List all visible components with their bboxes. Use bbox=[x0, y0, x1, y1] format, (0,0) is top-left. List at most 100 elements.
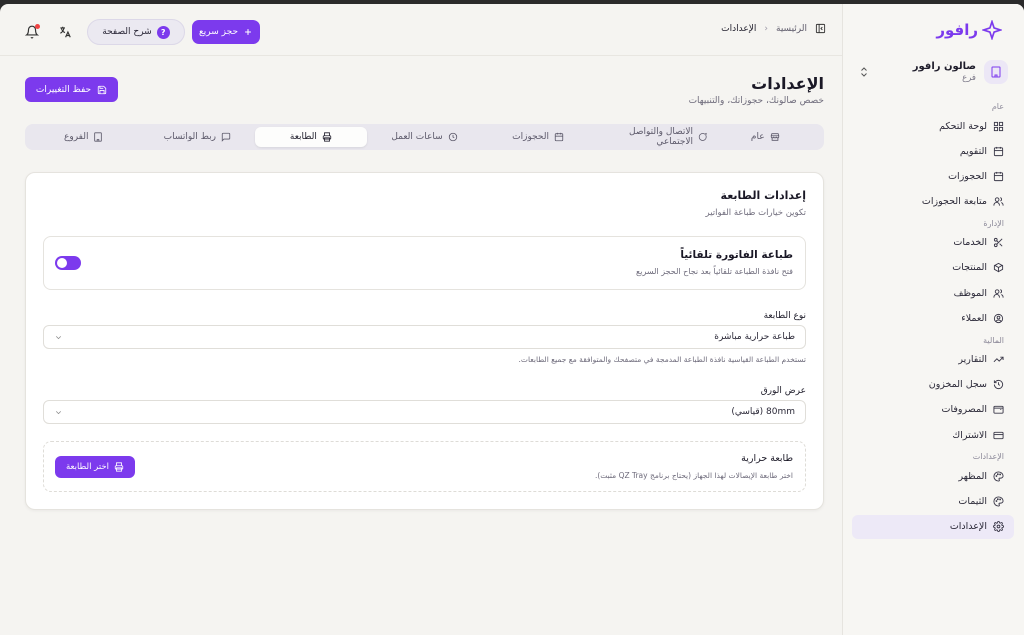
explain-page-button[interactable]: ? شرح الصفحة bbox=[87, 19, 185, 45]
sidebar-item-customers[interactable]: العملاء bbox=[852, 306, 1014, 330]
paper-width-value: 80mm (قياسي) bbox=[731, 407, 795, 417]
sidebar-item-appearance[interactable]: المظهر bbox=[852, 464, 1014, 488]
sidebar-item-bookings[interactable]: الحجوزات bbox=[852, 164, 1014, 188]
chat-icon bbox=[698, 132, 707, 141]
sidebar-nav: عام لوحة التحكم التقويم الحجوزات متابعة … bbox=[852, 98, 1014, 540]
tab-contact-social[interactable]: الاتصال والتواصل الاجتماعي bbox=[596, 127, 708, 147]
printer-icon bbox=[322, 132, 332, 142]
store-icon bbox=[770, 133, 779, 141]
brand-name: رافور bbox=[936, 21, 978, 39]
nav-section-general: عام bbox=[991, 102, 1004, 111]
printer-settings-card: إعدادات الطابعة تكوين خيارات طباعة الفوا… bbox=[25, 172, 824, 510]
tab-label: الاتصال والتواصل الاجتماعي bbox=[629, 127, 694, 147]
nav-section-finance: المالية bbox=[983, 335, 1004, 345]
printer-type-hint: تستخدم الطباعة القياسية نافذة الطباعة ال… bbox=[518, 355, 806, 364]
sidebar-item-subscription[interactable]: الاشتراك bbox=[852, 423, 1014, 447]
tab-whatsapp[interactable]: ربط الواتساب bbox=[142, 127, 254, 147]
user-circle-icon bbox=[993, 313, 1004, 323]
building-icon bbox=[94, 132, 103, 142]
users-icon bbox=[993, 288, 1004, 298]
thermal-printer-description: اختر طابعة الإيصالات لهذا الجهاز (يحتاج … bbox=[594, 471, 793, 480]
paper-width-select[interactable]: 80mm (قياسي) bbox=[43, 400, 806, 424]
nav-section-settings: الإعدادات bbox=[972, 452, 1004, 462]
save-changes-button[interactable]: حفظ التغييرات bbox=[25, 77, 118, 102]
sidebar-item-label: الموظف bbox=[953, 287, 987, 299]
sidebar-item-reports[interactable]: التقارير bbox=[852, 348, 1014, 372]
sidebar-item-label: متابعة الحجوزات bbox=[921, 196, 987, 208]
message-icon bbox=[221, 132, 231, 142]
palette-icon bbox=[993, 496, 1004, 507]
calendar-icon bbox=[993, 146, 1004, 156]
translate-icon[interactable] bbox=[58, 25, 72, 39]
sidebar-item-label: الثيمات bbox=[958, 495, 987, 507]
sidebar-item-themes[interactable]: الثيمات bbox=[852, 489, 1014, 513]
auto-print-title: طباعة الفاتورة تلقائياً bbox=[680, 249, 793, 261]
sidebar-item-services[interactable]: الخدمات bbox=[852, 231, 1014, 255]
palette-icon bbox=[993, 471, 1004, 482]
paper-width-label: عرض الورق bbox=[760, 386, 806, 396]
calendar-icon bbox=[554, 132, 564, 142]
page-title: الإعدادات bbox=[751, 74, 824, 93]
breadcrumb-current: الإعدادات bbox=[721, 23, 757, 34]
sidebar-item-label: المظهر bbox=[958, 470, 987, 482]
brand-logo[interactable]: رافور bbox=[936, 20, 1002, 40]
building-icon bbox=[991, 66, 1001, 78]
choose-printer-label: اختر الطابعة bbox=[65, 462, 110, 472]
sidebar-item-label: التقويم bbox=[959, 145, 987, 157]
sidebar-item-products[interactable]: المنتجات bbox=[852, 256, 1014, 280]
save-changes-label: حفظ التغييرات bbox=[35, 84, 92, 95]
sidebar-item-settings[interactable]: الإعدادات bbox=[852, 514, 1014, 539]
sparkle-icon bbox=[982, 20, 1002, 40]
settings-tabs: عام الاتصال والتواصل الاجتماعي الحجوزات … bbox=[25, 124, 824, 150]
app-window: الرئيسية ‹ الإعدادات حجز سريع ? شرح الصف… bbox=[0, 4, 1024, 635]
scissors-icon bbox=[993, 238, 1003, 248]
users-icon bbox=[993, 197, 1004, 206]
tab-general[interactable]: عام bbox=[709, 127, 821, 147]
tab-printer[interactable]: الطابعة bbox=[255, 127, 367, 147]
chevron-down-icon bbox=[55, 410, 62, 414]
tab-branches[interactable]: الفروع bbox=[28, 127, 140, 147]
gear-icon bbox=[993, 521, 1004, 533]
printer-type-value: طباعة حرارية مباشرة bbox=[714, 332, 795, 342]
sidebar-item-expenses[interactable]: المصروفات bbox=[852, 398, 1014, 422]
sidebar-item-inventory-log[interactable]: سجل المخزون bbox=[852, 373, 1014, 397]
auto-print-toggle[interactable] bbox=[55, 256, 81, 270]
notification-dot bbox=[35, 24, 40, 29]
sidebar: رافور صالون رافور فرع عام لوحة التحكم ال… bbox=[842, 4, 1024, 635]
history-icon bbox=[993, 380, 1004, 390]
printer-type-select[interactable]: طباعة حرارية مباشرة bbox=[43, 325, 806, 349]
card-title: إعدادات الطابعة bbox=[720, 189, 806, 202]
choose-printer-button[interactable]: اختر الطابعة bbox=[55, 456, 135, 478]
sidebar-toggle-icon[interactable] bbox=[815, 23, 826, 34]
sidebar-item-label: المصروفات bbox=[941, 404, 987, 416]
thermal-printer-title: طابعة حرارية bbox=[741, 453, 793, 464]
explain-page-label: شرح الصفحة bbox=[102, 27, 152, 37]
plus-icon bbox=[245, 29, 251, 35]
quick-booking-button[interactable]: حجز سريع bbox=[192, 20, 260, 44]
tab-label: الحجوزات bbox=[512, 132, 549, 142]
branch-switcher[interactable]: صالون رافور فرع bbox=[858, 58, 1008, 86]
chevron-down-icon bbox=[55, 335, 62, 339]
branch-avatar bbox=[984, 60, 1008, 84]
sidebar-item-label: الاشتراك bbox=[952, 429, 987, 441]
calendar-icon bbox=[993, 171, 1004, 181]
branch-info: صالون رافور فرع bbox=[878, 61, 976, 83]
sidebar-item-booking-followup[interactable]: متابعة الحجوزات bbox=[852, 190, 1014, 214]
sidebar-item-label: الخدمات bbox=[953, 237, 987, 249]
auto-print-description: فتح نافذة الطباعة تلقائياً بعد نجاح الحج… bbox=[635, 267, 793, 276]
sidebar-item-label: سجل المخزون bbox=[928, 379, 987, 391]
sidebar-item-label: الحجوزات bbox=[948, 170, 987, 182]
sidebar-item-calendar[interactable]: التقويم bbox=[852, 139, 1014, 163]
tab-bookings[interactable]: الحجوزات bbox=[482, 127, 594, 147]
dashboard-icon bbox=[993, 121, 1004, 131]
tab-working-hours[interactable]: ساعات العمل bbox=[369, 127, 481, 147]
top-bar: الرئيسية ‹ الإعدادات حجز سريع ? شرح الصف… bbox=[0, 4, 842, 56]
branch-type: فرع bbox=[962, 73, 976, 83]
sidebar-item-label: المنتجات bbox=[952, 262, 987, 274]
sidebar-item-staff[interactable]: الموظف bbox=[852, 281, 1014, 305]
printer-type-label: نوع الطابعة bbox=[763, 311, 806, 321]
credit-card-icon bbox=[993, 431, 1004, 439]
breadcrumb-home[interactable]: الرئيسية bbox=[776, 24, 807, 34]
page-subtitle: خصص صالونك، حجوزاتك، والتنبيهات bbox=[688, 96, 824, 106]
sidebar-item-dashboard[interactable]: لوحة التحكم bbox=[852, 114, 1014, 138]
